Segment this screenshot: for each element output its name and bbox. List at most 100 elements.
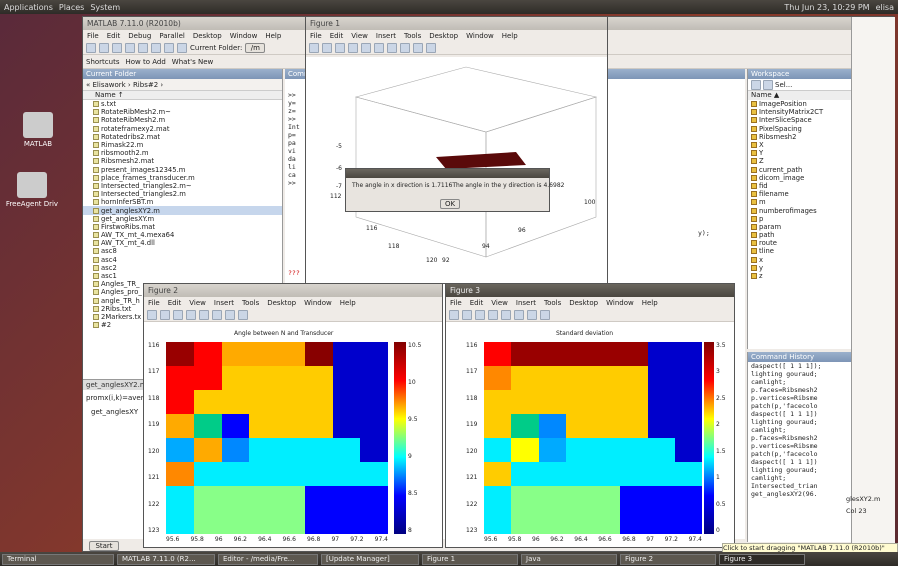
- open-icon[interactable]: [160, 309, 170, 320]
- file-list-item[interactable]: asc2: [83, 264, 282, 272]
- drive-desktop-icon[interactable]: FreeAgent Driv: [2, 172, 62, 208]
- file-list-item[interactable]: s.txt: [83, 100, 282, 108]
- menu-file[interactable]: File: [87, 32, 99, 40]
- figure3-heatmap[interactable]: [484, 342, 702, 534]
- system-menu[interactable]: System: [90, 3, 120, 12]
- cut-icon[interactable]: [112, 42, 122, 53]
- figure-menu-item[interactable]: Insert: [516, 299, 536, 307]
- open-icon[interactable]: [99, 42, 109, 53]
- file-list-item[interactable]: asc4: [83, 256, 282, 264]
- figure-menu-item[interactable]: Tools: [242, 299, 259, 307]
- figure-menu-item[interactable]: Edit: [470, 299, 484, 307]
- file-list-item[interactable]: present_images12345.m: [83, 166, 282, 174]
- figure-menu-item[interactable]: Edit: [330, 32, 344, 40]
- file-list-item[interactable]: Ribsmesh2.mat: [83, 157, 282, 165]
- file-list-item[interactable]: get_anglesXY2.m: [83, 206, 282, 215]
- menu-window[interactable]: Window: [230, 32, 258, 40]
- pointer-icon[interactable]: [186, 309, 196, 320]
- start-button[interactable]: Start: [89, 541, 119, 551]
- paste-icon[interactable]: [138, 42, 148, 53]
- file-list-item[interactable]: RotateRibMesh2.m: [83, 116, 282, 124]
- zoom-in-icon[interactable]: [374, 42, 384, 53]
- figure-menu-item[interactable]: Help: [642, 299, 658, 307]
- figure-menu-item[interactable]: Desktop: [429, 32, 458, 40]
- file-list-item[interactable]: Rotatedribs2.mat: [83, 133, 282, 141]
- figure-menu-item[interactable]: Window: [466, 32, 494, 40]
- zoom-out-icon[interactable]: [212, 309, 222, 320]
- new-var-icon[interactable]: [751, 79, 761, 90]
- print-icon[interactable]: [348, 42, 358, 53]
- simulink-icon[interactable]: [164, 42, 174, 53]
- open-icon[interactable]: [322, 42, 332, 53]
- pan-icon[interactable]: [527, 309, 537, 320]
- figure-menu-item[interactable]: Insert: [214, 299, 234, 307]
- new-figure-icon[interactable]: [147, 309, 157, 320]
- figure2-heatmap[interactable]: [166, 342, 388, 534]
- figure-menu-item[interactable]: Window: [304, 299, 332, 307]
- menu-parallel[interactable]: Parallel: [159, 32, 185, 40]
- whats-new-link[interactable]: What's New: [172, 58, 213, 66]
- figure-menu-item[interactable]: File: [450, 299, 462, 307]
- figure-menu-item[interactable]: Help: [340, 299, 356, 307]
- task-figure1[interactable]: Figure 1: [422, 553, 518, 565]
- matlab-desktop-icon[interactable]: MATLAB: [8, 112, 68, 148]
- new-icon[interactable]: [86, 42, 96, 53]
- pan-icon[interactable]: [225, 309, 235, 320]
- copy-icon[interactable]: [125, 42, 135, 53]
- datacursor-icon[interactable]: [426, 42, 436, 53]
- file-list-item[interactable]: AW_TX_mt_4.dll: [83, 239, 282, 247]
- file-list-item[interactable]: rotateframexy2.mat: [83, 125, 282, 133]
- menu-debug[interactable]: Debug: [128, 32, 151, 40]
- zoom-out-icon[interactable]: [387, 42, 397, 53]
- task-update-manager[interactable]: [Update Manager]: [321, 553, 419, 565]
- file-list-item[interactable]: Intersected_triangles2.m~: [83, 182, 282, 190]
- plot-icon[interactable]: [763, 79, 773, 90]
- figure-menu-item[interactable]: View: [189, 299, 206, 307]
- current-folder-field[interactable]: /m: [245, 42, 266, 53]
- file-list-item[interactable]: FirstwoRibs.mat: [83, 223, 282, 231]
- app-menu[interactable]: Applications: [4, 3, 53, 12]
- pan-icon[interactable]: [400, 42, 410, 53]
- zoom-out-icon[interactable]: [514, 309, 524, 320]
- zoom-in-icon[interactable]: [501, 309, 511, 320]
- dialog-titlebar[interactable]: [346, 169, 549, 178]
- save-icon[interactable]: [475, 309, 485, 320]
- save-icon[interactable]: [173, 309, 183, 320]
- figure-menu-item[interactable]: Help: [502, 32, 518, 40]
- figure-menu-item[interactable]: Edit: [168, 299, 182, 307]
- menu-edit[interactable]: Edit: [107, 32, 121, 40]
- rotate-icon[interactable]: [540, 309, 550, 320]
- task-editor[interactable]: Editor - /media/Fre...: [218, 553, 318, 565]
- figure2-titlebar[interactable]: Figure 2: [144, 284, 442, 297]
- places-menu[interactable]: Places: [59, 3, 84, 12]
- file-list-item[interactable]: Intersected_triangles2.m: [83, 190, 282, 198]
- task-figure2[interactable]: Figure 2: [620, 553, 716, 565]
- menu-desktop[interactable]: Desktop: [193, 32, 222, 40]
- workspace-select[interactable]: Sel...: [775, 81, 792, 89]
- file-list-item[interactable]: Rimask22.m: [83, 141, 282, 149]
- save-icon[interactable]: [335, 42, 345, 53]
- task-java[interactable]: Java: [521, 553, 617, 565]
- task-figure3[interactable]: Figure 3: [719, 553, 805, 565]
- figure3-titlebar[interactable]: Figure 3: [446, 284, 734, 297]
- figure-menu-item[interactable]: Tools: [544, 299, 561, 307]
- figure1-titlebar[interactable]: Figure 1: [306, 17, 607, 30]
- figure-menu-item[interactable]: Window: [606, 299, 634, 307]
- how-to-add-link[interactable]: How to Add: [125, 58, 165, 66]
- rotate-icon[interactable]: [413, 42, 423, 53]
- zoom-in-icon[interactable]: [199, 309, 209, 320]
- pointer-icon[interactable]: [361, 42, 371, 53]
- figure-menu-item[interactable]: Desktop: [569, 299, 598, 307]
- folder-path[interactable]: « Elisawork › Ribs#2 ›: [83, 79, 282, 91]
- file-list-item[interactable]: hornInferSBT.m: [83, 198, 282, 206]
- user-name[interactable]: elisa: [876, 3, 894, 12]
- menu-help[interactable]: Help: [265, 32, 281, 40]
- file-list-item[interactable]: place_frames_transducer.m: [83, 174, 282, 182]
- new-figure-icon[interactable]: [449, 309, 459, 320]
- clock[interactable]: Thu Jun 23, 10:29 PM: [784, 3, 869, 12]
- pointer-icon[interactable]: [488, 309, 498, 320]
- undo-icon[interactable]: [151, 42, 161, 53]
- task-matlab[interactable]: MATLAB 7.11.0 (R2...: [117, 553, 215, 565]
- figure-menu-item[interactable]: Insert: [376, 32, 396, 40]
- help-icon[interactable]: [177, 42, 187, 53]
